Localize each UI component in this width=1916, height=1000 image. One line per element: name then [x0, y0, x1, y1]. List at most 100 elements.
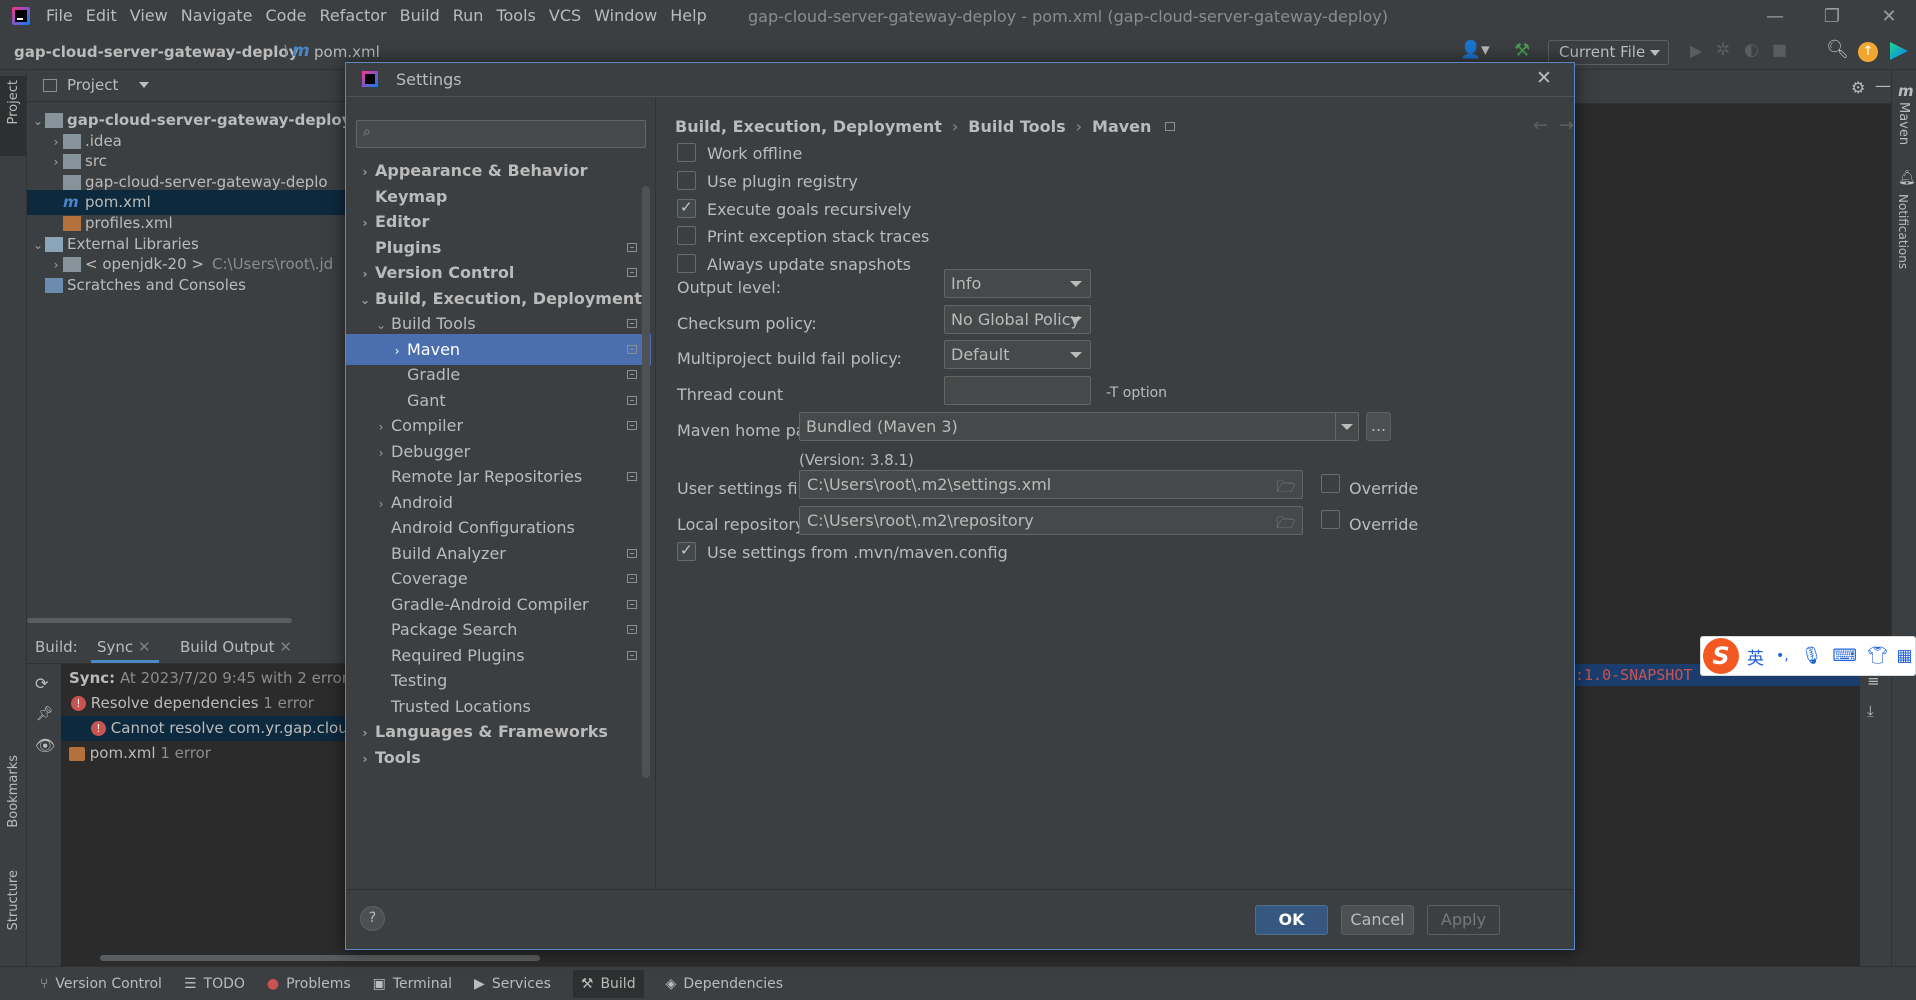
project-tree-item[interactable]: Scratches and Consoles — [27, 273, 345, 298]
tab-sync[interactable]: Sync ✕ — [97, 638, 151, 656]
tool-window-services[interactable]: ▶ Services — [474, 976, 551, 992]
user-settings-override-checkbox[interactable] — [1321, 474, 1340, 493]
user-settings-input[interactable]: C:\Users\root\.m2\settings.xml 🗁 — [799, 470, 1303, 499]
thread-count-input[interactable] — [944, 376, 1091, 405]
settings-nav-label: Coverage — [391, 569, 468, 588]
menu-item-edit[interactable]: Edit — [86, 6, 117, 25]
cannot-resolve-row[interactable]: ! Cannot resolve com.yr.gap.clou — [61, 716, 345, 741]
checkbox-execute-goals-recursively[interactable] — [677, 198, 696, 218]
local-repo-input[interactable]: C:\Users\root\.m2\repository 🗁 — [799, 506, 1303, 535]
tool-window-version-control[interactable]: ⑂ Version Control — [40, 976, 162, 992]
checkbox-work-offline[interactable] — [677, 143, 696, 162]
menu-item-tools[interactable]: Tools — [496, 6, 535, 25]
menu-item-view[interactable]: View — [130, 6, 168, 25]
cancel-button[interactable]: Cancel — [1341, 905, 1414, 935]
folder-icon[interactable]: 🗁 — [1276, 473, 1296, 500]
menu-item-run[interactable]: Run — [453, 6, 484, 25]
forward-arrow-icon[interactable]: → — [1559, 115, 1574, 136]
pom-label: pom.xml — [89, 744, 156, 762]
build-tabs: Build: Sync ✕ Build Output ✕ — [27, 630, 345, 664]
sync-row[interactable]: Sync: At 2023/7/20 9:45 with 2 errors — [69, 666, 345, 691]
checkbox-print-exception-stack-traces[interactable] — [677, 226, 696, 246]
menu-item-refactor[interactable]: Refactor — [319, 6, 386, 25]
toolbox-icon[interactable] — [1890, 42, 1908, 60]
nav-scrollbar[interactable] — [642, 186, 650, 778]
tool-window-todo[interactable]: ☰ TODO — [184, 976, 245, 992]
sync-icon[interactable]: ⟳ — [35, 674, 48, 693]
settings-search-input[interactable]: ⌕ — [356, 120, 646, 148]
checksum-policy-select[interactable]: No Global Policy — [944, 305, 1091, 334]
debug-icon[interactable]: ✲ — [1716, 40, 1730, 60]
tool-window-problems[interactable]: ● Problems — [267, 976, 351, 992]
ime-language[interactable]: 英 — [1747, 644, 1764, 669]
bookmarks-tool-tab[interactable]: Bookmarks — [6, 755, 21, 828]
close-dialog-icon[interactable]: ✕ — [1536, 67, 1552, 89]
restore-icon[interactable]: ❐ — [1819, 4, 1845, 30]
tab-build-output[interactable]: Build Output ✕ — [180, 638, 292, 656]
settings-nav-item[interactable]: › Tools — [346, 742, 651, 773]
breadcrumb-item-build[interactable]: Build, Execution, Deployment — [675, 117, 942, 136]
checkbox-label: Use plugin registry — [707, 171, 858, 191]
eye-icon[interactable]: 👁︎ — [35, 736, 55, 755]
back-arrow-icon[interactable]: ← — [1533, 115, 1548, 136]
menu-item-code[interactable]: Code — [266, 6, 307, 25]
bell-icon: 🔔︎ — [1898, 170, 1916, 186]
menu-item-navigate[interactable]: Navigate — [181, 6, 253, 25]
tool-window-dependencies[interactable]: ◈ Dependencies — [666, 976, 783, 992]
project-tool-tab[interactable]: Project — [6, 80, 21, 124]
coverage-icon[interactable]: ◐ — [1744, 40, 1759, 60]
build-horizontal-scrollbar[interactable] — [100, 955, 540, 961]
tool-window-build[interactable]: ⚒ Build — [572, 969, 644, 998]
skin-icon[interactable]: 👕︎ — [1867, 646, 1889, 666]
use-mvn-config-checkbox[interactable] — [677, 541, 696, 561]
close-window-icon[interactable]: ✕ — [1876, 4, 1902, 30]
breadcrumb-project[interactable]: gap-cloud-server-gateway-deploy — [14, 43, 298, 61]
menu-item-file[interactable]: File — [46, 6, 73, 25]
toolbox-grid-icon[interactable]: ▦ — [1896, 646, 1912, 666]
checkbox-always-update-snapshots[interactable] — [677, 254, 696, 274]
search-icon[interactable]: 🔍︎ — [1826, 39, 1849, 60]
horizontal-scrollbar[interactable] — [27, 618, 292, 623]
apply-button[interactable]: Apply — [1427, 905, 1500, 935]
pom-row[interactable]: pom.xml 1 error — [69, 741, 211, 766]
output-level-select[interactable]: Info — [944, 269, 1091, 298]
sogou-logo-icon[interactable]: S — [1703, 638, 1739, 674]
browse-maven-home-button[interactable]: ... — [1366, 412, 1391, 441]
run-icon[interactable]: ▶ — [1690, 41, 1702, 60]
breadcrumb-file[interactable]: pom.xml — [314, 43, 380, 61]
structure-tool-tab[interactable]: Structure — [6, 870, 21, 930]
build-hammer-icon[interactable]: ⚒ — [1514, 40, 1530, 61]
user-icon[interactable]: 👤▾ — [1460, 40, 1490, 60]
menu-item-vcs[interactable]: VCS — [549, 6, 581, 25]
keyboard-icon[interactable]: ⌨ — [1832, 646, 1857, 666]
help-button[interactable]: ? — [360, 906, 385, 931]
folder-icon[interactable]: 🗁 — [1276, 509, 1296, 536]
ime-punctuation[interactable]: •, — [1776, 648, 1789, 664]
ok-button[interactable]: OK — [1255, 905, 1328, 935]
close-icon[interactable]: ✕ — [279, 638, 292, 656]
stop-icon[interactable]: ■ — [1772, 40, 1787, 59]
breadcrumb-item-build-tools[interactable]: Build Tools — [968, 117, 1065, 136]
gear-icon[interactable]: ⚙ — [1851, 78, 1865, 97]
close-icon[interactable]: ✕ — [138, 638, 151, 656]
update-icon[interactable]: ↑ — [1858, 42, 1878, 62]
chevron-right-icon[interactable]: › — [358, 744, 372, 775]
tool-window-label: Problems — [286, 975, 351, 992]
pin-icon[interactable]: 📌︎ — [36, 706, 54, 722]
menu-item-window[interactable]: Window — [594, 6, 657, 25]
cannot-resolve-label: Cannot resolve com.yr.gap.clou — [110, 719, 345, 737]
hide-icon[interactable]: — — [1875, 76, 1891, 95]
notifications-tool-tab[interactable]: Notifications — [1896, 194, 1910, 269]
maven-home-select[interactable]: Bundled (Maven 3) — [799, 412, 1359, 441]
tool-window-terminal[interactable]: ▣ Terminal — [373, 976, 452, 992]
scroll-to-end-icon[interactable]: ⤓ — [1867, 702, 1874, 720]
resolve-row[interactable]: ! Resolve dependencies 1 error — [71, 691, 314, 716]
checkbox-use-plugin-registry[interactable] — [677, 170, 696, 190]
menu-item-help[interactable]: Help — [670, 6, 706, 25]
menu-item-build[interactable]: Build — [400, 6, 440, 25]
maven-tool-tab[interactable]: Maven — [1896, 102, 1911, 145]
microphone-icon[interactable]: 🎙︎ — [1801, 646, 1823, 666]
local-repo-override-checkbox[interactable] — [1321, 510, 1340, 529]
minimize-icon[interactable]: — — [1762, 4, 1788, 30]
fail-policy-select[interactable]: Default — [944, 340, 1091, 369]
